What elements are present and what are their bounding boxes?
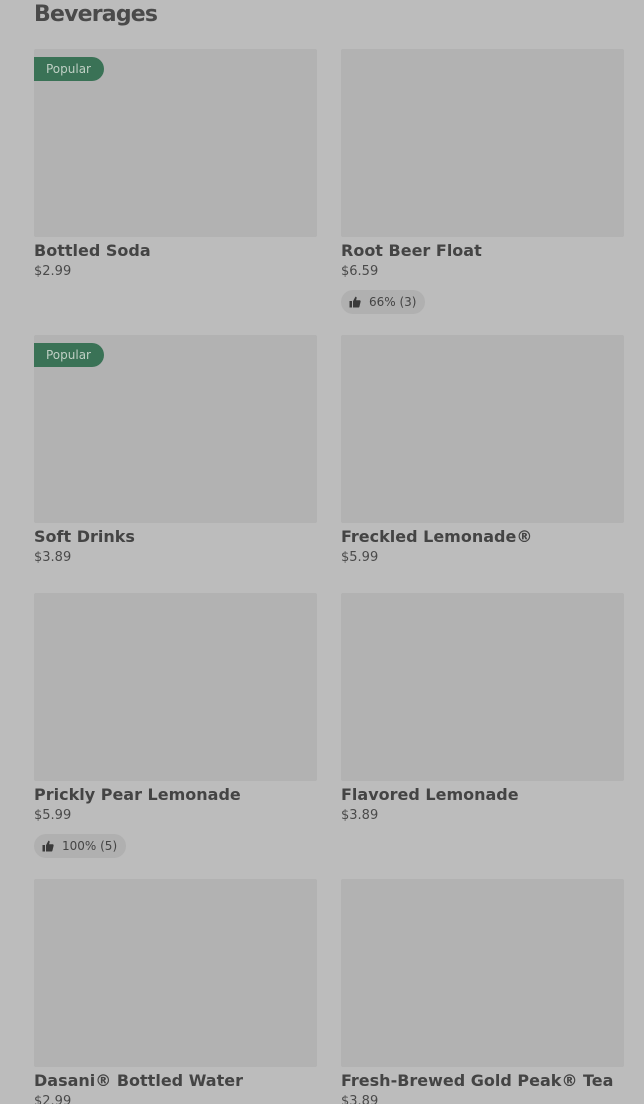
menu-page: Beverages Popular Bottled Soda $2.99 Roo… <box>0 0 644 1104</box>
item-name[interactable]: Soft Drinks <box>34 527 317 547</box>
thumbs-up-icon <box>42 840 54 852</box>
popular-badge: Popular <box>34 343 104 367</box>
rating-pill: 66% (3) <box>341 290 426 314</box>
rating-text: 66% (3) <box>369 295 417 309</box>
menu-item-card[interactable]: Popular Bottled Soda $2.99 <box>34 49 317 280</box>
menu-item-card[interactable]: Prickly Pear Lemonade $5.99 100% (5) <box>34 593 317 858</box>
item-name[interactable]: Fresh-Brewed Gold Peak® Tea <box>341 1071 624 1091</box>
item-image[interactable] <box>341 335 624 523</box>
item-price: $2.99 <box>34 1094 72 1104</box>
item-price: $3.89 <box>341 1094 379 1104</box>
item-price: $3.89 <box>34 550 72 565</box>
item-image[interactable] <box>34 879 317 1067</box>
item-name[interactable]: Bottled Soda <box>34 241 317 261</box>
item-price: $3.89 <box>341 808 379 823</box>
rating-pill: 100% (5) <box>34 834 127 858</box>
menu-item-card[interactable]: Flavored Lemonade $3.89 <box>341 593 624 824</box>
menu-item-card[interactable]: Freckled Lemonade® $5.99 <box>341 335 624 566</box>
item-name[interactable]: Prickly Pear Lemonade <box>34 785 317 805</box>
item-name[interactable]: Freckled Lemonade® <box>341 527 624 547</box>
item-price: $5.99 <box>34 808 72 823</box>
item-price: $5.99 <box>341 550 379 565</box>
item-image[interactable]: Popular <box>34 49 317 237</box>
item-image[interactable] <box>341 593 624 781</box>
item-image[interactable] <box>34 593 317 781</box>
item-image[interactable] <box>341 879 624 1067</box>
popular-badge: Popular <box>34 57 104 81</box>
item-name[interactable]: Flavored Lemonade <box>341 785 624 805</box>
menu-item-card[interactable]: Root Beer Float $6.59 66% (3) <box>341 49 624 314</box>
menu-item-card[interactable]: Popular Soft Drinks $3.89 <box>34 335 317 566</box>
rating-text: 100% (5) <box>62 839 118 853</box>
menu-item-card[interactable]: Fresh-Brewed Gold Peak® Tea $3.89 <box>341 879 624 1104</box>
section-title: Beverages <box>34 2 158 27</box>
item-image[interactable]: Popular <box>34 335 317 523</box>
item-price: $2.99 <box>34 264 72 279</box>
menu-item-card[interactable]: Dasani® Bottled Water $2.99 <box>34 879 317 1104</box>
item-name[interactable]: Dasani® Bottled Water <box>34 1071 317 1091</box>
item-price: $6.59 <box>341 264 379 279</box>
item-image[interactable] <box>341 49 624 237</box>
thumbs-up-icon <box>349 296 361 308</box>
item-name[interactable]: Root Beer Float <box>341 241 624 261</box>
